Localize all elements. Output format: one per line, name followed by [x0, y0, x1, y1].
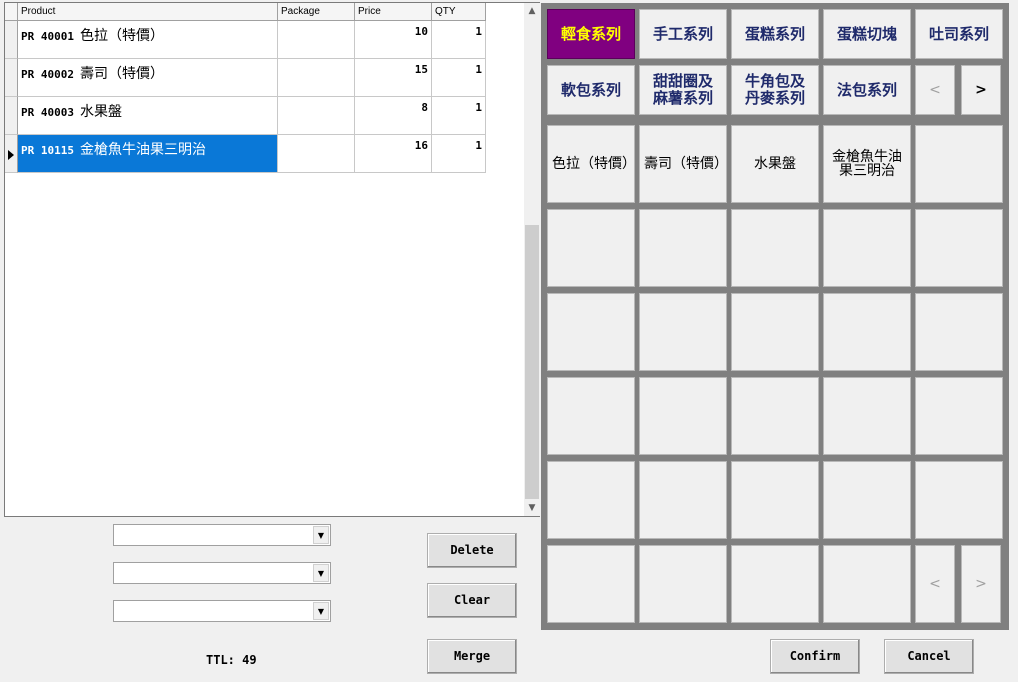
- price-cell[interactable]: 16: [355, 135, 432, 173]
- column-header-product[interactable]: Product: [18, 3, 278, 21]
- empty-tile[interactable]: [731, 461, 819, 539]
- empty-tile[interactable]: [639, 209, 727, 287]
- scroll-down-icon[interactable]: ▼: [524, 500, 540, 516]
- category-cake-slices[interactable]: 蛋糕切塊: [823, 9, 911, 59]
- empty-tile[interactable]: [639, 293, 727, 371]
- category-toast[interactable]: 吐司系列: [915, 9, 1003, 59]
- table-row[interactable]: PR 40002 壽司（特價） 15 1: [5, 59, 486, 97]
- grid-header: Product Package Price QTY: [5, 3, 486, 21]
- empty-tile[interactable]: [823, 293, 911, 371]
- empty-tile[interactable]: [547, 377, 635, 455]
- clear-button[interactable]: Clear: [427, 583, 517, 618]
- empty-tile[interactable]: [639, 545, 727, 623]
- product-cell[interactable]: PR 40001 色拉（特價）: [18, 21, 278, 59]
- package-cell[interactable]: [278, 59, 355, 97]
- empty-tile[interactable]: [731, 293, 819, 371]
- table-row[interactable]: PR 40003 水果盤 8 1: [5, 97, 486, 135]
- product-code: PR 40001: [21, 30, 74, 43]
- empty-tile[interactable]: [823, 377, 911, 455]
- empty-tile[interactable]: [823, 209, 911, 287]
- empty-tile[interactable]: [915, 377, 1003, 455]
- empty-tile[interactable]: [731, 377, 819, 455]
- product-cell[interactable]: PR 40003 水果盤: [18, 97, 278, 135]
- total-label: TTL: 49: [206, 653, 257, 667]
- qty-cell[interactable]: 1: [432, 59, 486, 97]
- category-light-meals[interactable]: 輕食系列: [547, 9, 635, 59]
- dropdown-2[interactable]: ▼: [113, 562, 331, 584]
- chevron-down-icon[interactable]: ▼: [313, 602, 329, 620]
- column-header-package[interactable]: Package: [278, 3, 355, 21]
- qty-cell[interactable]: 1: [432, 135, 486, 173]
- chevron-down-icon[interactable]: ▼: [313, 564, 329, 582]
- confirm-button[interactable]: Confirm: [770, 639, 860, 674]
- item-next-button[interactable]: >: [961, 545, 1001, 623]
- empty-tile[interactable]: [915, 293, 1003, 371]
- row-indicator[interactable]: [5, 97, 18, 135]
- empty-tile[interactable]: [823, 545, 911, 623]
- cancel-button[interactable]: Cancel: [884, 639, 974, 674]
- category-cakes[interactable]: 蛋糕系列: [731, 9, 819, 59]
- empty-tile[interactable]: [915, 209, 1003, 287]
- product-code: PR 40002: [21, 68, 74, 81]
- product-code: PR 10115: [21, 144, 74, 157]
- row-indicator[interactable]: [5, 59, 18, 97]
- empty-tile[interactable]: [547, 293, 635, 371]
- empty-tile[interactable]: [547, 461, 635, 539]
- scroll-up-icon[interactable]: ▲: [524, 3, 540, 19]
- row-indicator[interactable]: [5, 135, 18, 173]
- column-header-qty[interactable]: QTY: [432, 3, 486, 21]
- dropdown-1[interactable]: ▼: [113, 524, 331, 546]
- product-code: PR 40003: [21, 106, 74, 119]
- scroll-thumb[interactable]: [525, 225, 539, 499]
- price-cell[interactable]: 8: [355, 97, 432, 135]
- empty-tile[interactable]: [639, 461, 727, 539]
- empty-tile[interactable]: [823, 461, 911, 539]
- category-donuts-mochi[interactable]: 甜甜圈及 麻薯系列: [639, 65, 727, 115]
- price-cell[interactable]: 10: [355, 21, 432, 59]
- price-cell[interactable]: 15: [355, 59, 432, 97]
- empty-tile[interactable]: [915, 461, 1003, 539]
- category-french-bread[interactable]: 法包系列: [823, 65, 911, 115]
- header-indicator: [5, 3, 18, 21]
- package-cell[interactable]: [278, 21, 355, 59]
- product-cell[interactable]: PR 10115 金槍魚牛油果三明治: [18, 135, 278, 173]
- empty-tile[interactable]: [639, 377, 727, 455]
- item-tile[interactable]: 金槍魚牛油果三明治: [823, 125, 911, 203]
- chevron-down-icon[interactable]: ▼: [313, 526, 329, 544]
- vertical-scrollbar[interactable]: ▲ ▼: [524, 3, 540, 516]
- column-header-price[interactable]: Price: [355, 3, 432, 21]
- empty-tile[interactable]: [547, 545, 635, 623]
- empty-tile[interactable]: [731, 209, 819, 287]
- item-tile[interactable]: 壽司（特價）: [639, 125, 728, 203]
- category-soft-bread[interactable]: 軟包系列: [547, 65, 635, 115]
- merge-button[interactable]: Merge: [427, 639, 517, 674]
- qty-cell[interactable]: 1: [432, 21, 486, 59]
- row-indicator[interactable]: [5, 21, 18, 59]
- dropdown-3[interactable]: ▼: [113, 600, 331, 622]
- table-row[interactable]: PR 40001 色拉（特價） 10 1: [5, 21, 486, 59]
- package-cell[interactable]: [278, 97, 355, 135]
- item-tile[interactable]: 水果盤: [731, 125, 819, 203]
- category-next-button[interactable]: >: [961, 65, 1001, 115]
- product-cell[interactable]: PR 40002 壽司（特價）: [18, 59, 278, 97]
- product-name: 壽司（特價）: [79, 66, 164, 82]
- current-row-arrow-icon: [8, 150, 14, 160]
- item-prev-button[interactable]: <: [915, 545, 955, 623]
- package-cell[interactable]: [278, 135, 355, 173]
- delete-button[interactable]: Delete: [427, 533, 517, 568]
- empty-tile[interactable]: [731, 545, 819, 623]
- category-croissant-danish[interactable]: 牛角包及 丹麥系列: [731, 65, 819, 115]
- empty-tile[interactable]: [915, 125, 1003, 203]
- table-row-selected[interactable]: PR 10115 金槍魚牛油果三明治 16 1: [5, 135, 486, 173]
- qty-cell[interactable]: 1: [432, 97, 486, 135]
- product-name: 水果盤: [79, 104, 122, 120]
- category-prev-button[interactable]: <: [915, 65, 955, 115]
- item-tile[interactable]: 色拉（特價）: [547, 125, 636, 203]
- menu-panel: 輕食系列 手工系列 蛋糕系列 蛋糕切塊 吐司系列 軟包系列 甜甜圈及 麻薯系列 …: [541, 3, 1009, 630]
- empty-tile[interactable]: [547, 209, 635, 287]
- order-grid[interactable]: Product Package Price QTY PR 40001 色拉（特價）…: [4, 2, 540, 517]
- product-name: 金槍魚牛油果三明治: [79, 142, 206, 158]
- category-handmade[interactable]: 手工系列: [639, 9, 727, 59]
- product-name: 色拉（特價）: [79, 28, 164, 44]
